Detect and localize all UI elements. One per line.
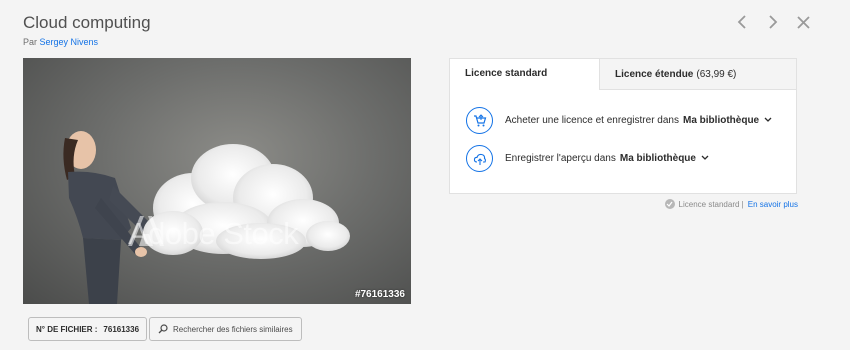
cloud-upload-icon	[466, 145, 493, 172]
license-panel: Licence standard Licence étendue (63,99 …	[449, 58, 797, 194]
option-text: Acheter une licence et enregistrer dans	[505, 115, 679, 126]
close-icon[interactable]	[795, 12, 812, 32]
search-similar-label: Rechercher des fichiers similaires	[173, 324, 293, 334]
file-id-tag: #76161336	[354, 289, 405, 300]
save-preview-option[interactable]: Enregistrer l'aperçu dans Ma bibliothèque	[466, 145, 709, 172]
chevron-right-icon[interactable]	[764, 12, 781, 32]
woman-with-cloud-illustration	[63, 131, 350, 304]
library-dropdown[interactable]: Ma bibliothèque	[683, 115, 759, 126]
license-note: Licence standard | En savoir plus	[664, 199, 798, 209]
buy-license-option[interactable]: Acheter une licence et enregistrer dans M…	[466, 107, 772, 134]
tab-extended-license[interactable]: Licence étendue (63,99 €)	[599, 59, 796, 90]
learn-more-link[interactable]: En savoir plus	[748, 200, 798, 209]
option-text: Enregistrer l'aperçu dans	[505, 153, 616, 164]
library-dropdown[interactable]: Ma bibliothèque	[620, 153, 696, 164]
license-tabs: Licence standard Licence étendue (63,99 …	[450, 59, 796, 90]
nav-controls	[733, 12, 812, 32]
search-icon	[158, 324, 168, 334]
chevron-down-icon[interactable]	[701, 153, 709, 164]
file-number-button[interactable]: N° DE FICHIER : 76161336	[28, 317, 148, 341]
check-icon	[664, 199, 675, 209]
adobe-logo-icon	[128, 216, 164, 246]
tab-standard-license[interactable]: Licence standard	[450, 59, 599, 90]
file-number-label: N° DE FICHIER :	[36, 324, 98, 334]
search-similar-button[interactable]: Rechercher des fichiers similaires	[149, 317, 302, 341]
chevron-left-icon[interactable]	[733, 12, 750, 32]
file-number-value: 76161336	[103, 324, 140, 334]
license-note-text: Licence standard |	[678, 199, 744, 209]
tab-price: (63,99 €)	[696, 68, 737, 80]
by-prefix: Par	[23, 37, 38, 47]
cart-icon	[466, 107, 493, 134]
chevron-down-icon[interactable]	[764, 115, 772, 126]
tab-label: Licence standard	[465, 68, 548, 79]
tab-label: Licence étendue	[615, 68, 694, 80]
author-link[interactable]: Sergey Nivens	[40, 37, 99, 47]
preview-image[interactable]: Adobe Stock #76161336	[23, 58, 411, 304]
byline: Par Sergey Nivens	[23, 37, 98, 47]
watermark: Adobe Stock	[128, 216, 299, 252]
page-title: Cloud computing	[23, 13, 151, 32]
